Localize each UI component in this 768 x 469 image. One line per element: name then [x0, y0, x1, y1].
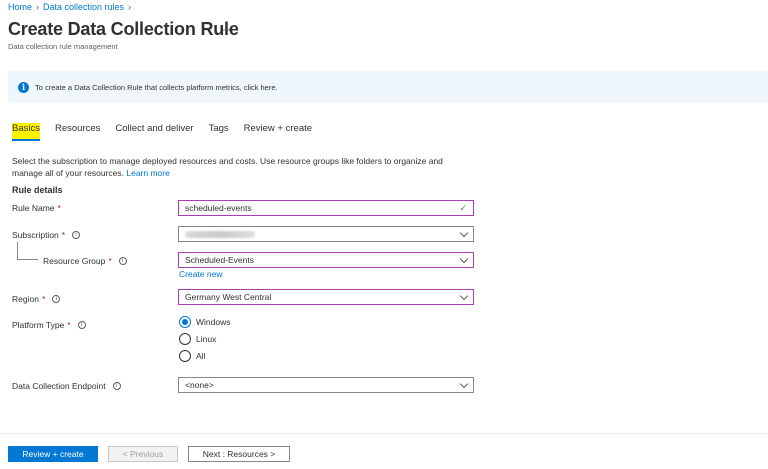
region-value: Germany West Central — [185, 292, 272, 302]
breadcrumb: Home › Data collection rules › — [8, 2, 131, 12]
info-icon[interactable]: i — [112, 382, 121, 390]
chevron-down-icon — [459, 291, 469, 300]
chevron-right-icon: › — [128, 2, 132, 12]
section-title: Rule details — [12, 185, 63, 195]
create-new-link[interactable]: Create new — [179, 269, 222, 279]
tab-collect-and-deliver[interactable]: Collect and deliver — [115, 123, 193, 139]
previous-button[interactable]: < Previous — [108, 446, 178, 462]
chevron-down-icon — [459, 228, 469, 237]
radio-button-selected[interactable] — [179, 316, 191, 328]
chevron-right-icon: › — [36, 2, 40, 12]
tab-tags[interactable]: Tags — [209, 123, 229, 139]
subscription-dropdown[interactable] — [178, 226, 474, 242]
chevron-down-icon — [459, 254, 469, 263]
info-icon[interactable]: i — [52, 295, 61, 303]
radio-button[interactable] — [179, 333, 191, 345]
description: Select the subscription to manage deploy… — [12, 155, 472, 179]
rule-name-input[interactable]: scheduled-events ✓ — [178, 200, 474, 216]
page-title: Create Data Collection Rule — [8, 19, 239, 39]
more-options-icon[interactable]: ··· — [222, 22, 237, 36]
radio-windows[interactable]: Windows — [179, 316, 230, 328]
subscription-value-redacted — [185, 230, 255, 238]
endpoint-label: Data Collection Endpoint i — [12, 381, 121, 391]
info-icon[interactable]: i — [77, 321, 86, 329]
next-resources-button[interactable]: Next : Resources > — [188, 446, 290, 462]
footer-divider — [0, 433, 768, 434]
tab-basics[interactable]: Basics — [12, 123, 40, 141]
required-marker: * — [108, 256, 112, 266]
description-text: Select the subscription to manage deploy… — [12, 156, 443, 178]
info-icon[interactable]: i — [72, 231, 81, 239]
subscription-label: Subscription * i — [12, 230, 81, 240]
review-create-button[interactable]: Review + create — [8, 446, 98, 462]
region-label: Region * i — [12, 294, 61, 304]
tab-resources[interactable]: Resources — [55, 123, 100, 139]
checkmark-icon: ✓ — [459, 202, 467, 213]
breadcrumb-data-collection-rules[interactable]: Data collection rules — [43, 2, 124, 12]
info-banner[interactable]: i To create a Data Collection Rule that … — [8, 71, 768, 103]
chevron-down-icon — [459, 379, 469, 388]
tree-connector — [17, 242, 38, 260]
page-subtitle: Data collection rule management — [8, 42, 118, 51]
learn-more-link[interactable]: Learn more — [126, 168, 169, 178]
required-marker: * — [41, 294, 46, 304]
resource-group-label: Resource Group * i — [43, 256, 127, 266]
required-marker: * — [61, 230, 66, 240]
rule-name-value: scheduled-events — [185, 203, 252, 213]
endpoint-value: <none> — [185, 380, 214, 390]
rule-name-label: Rule Name * — [12, 203, 61, 213]
platform-type-label: Platform Type * i — [12, 320, 86, 330]
required-marker: * — [67, 320, 71, 330]
info-banner-text[interactable]: To create a Data Collection Rule that co… — [35, 83, 278, 92]
tab-bar: Basics Resources Collect and deliver Tag… — [12, 123, 327, 141]
radio-button[interactable] — [179, 350, 191, 362]
endpoint-dropdown[interactable]: <none> — [178, 377, 474, 393]
info-icon: i — [18, 81, 29, 93]
radio-linux[interactable]: Linux — [179, 333, 216, 345]
tab-review-create[interactable]: Review + create — [244, 123, 312, 139]
region-dropdown[interactable]: Germany West Central — [178, 289, 474, 305]
resource-group-dropdown[interactable]: Scheduled-Events — [178, 252, 474, 268]
resource-group-value: Scheduled-Events — [185, 255, 254, 265]
info-icon[interactable]: i — [118, 257, 127, 265]
breadcrumb-home[interactable]: Home — [8, 2, 32, 12]
required-marker: * — [57, 203, 61, 213]
radio-all[interactable]: All — [179, 350, 205, 362]
